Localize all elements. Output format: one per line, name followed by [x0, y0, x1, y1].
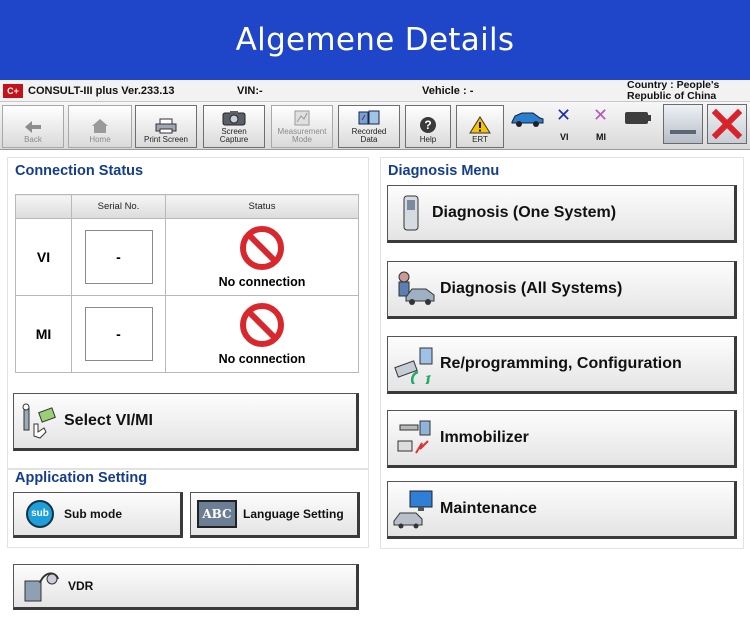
maintenance-label: Maintenance [440, 500, 537, 517]
maintenance-car-icon [393, 490, 433, 529]
minimize-icon [670, 130, 696, 134]
language-abc-icon: ABC [197, 500, 237, 528]
language-setting-button[interactable]: ABC Language Setting [190, 492, 360, 538]
battery-icon [625, 112, 651, 124]
connection-status-title: Connection Status [15, 163, 144, 179]
country-label: Country : People's Republic of China [627, 79, 720, 102]
recorded-data-label-2: Data [360, 135, 378, 144]
help-button[interactable]: ? Help [405, 105, 451, 148]
svg-text:?: ? [424, 118, 431, 132]
back-arrow-icon [25, 121, 41, 133]
app-title-bar: C+ CONSULT-III plus Ver.233.13 VIN:- Veh… [0, 80, 750, 102]
diagnosis-one-system-label: Diagnosis (One System) [432, 204, 617, 221]
serial-cell-mi: - [71, 295, 166, 373]
ecu-module-icon [403, 195, 419, 231]
back-label: Back [24, 135, 42, 144]
close-icon [711, 108, 743, 140]
ert-button[interactable]: ERT [456, 105, 504, 148]
screen-capture-label-2: Capture [219, 135, 249, 144]
diagnosis-all-systems-label: Diagnosis (All Systems) [440, 280, 623, 297]
measurement-mode-button[interactable]: Measurement Mode [271, 105, 333, 148]
mi-indicator-label: MI [596, 132, 606, 142]
serial-value-vi: - [84, 230, 153, 284]
no-entry-icon [240, 226, 284, 270]
diagnosis-all-systems-button[interactable]: Diagnosis (All Systems) [387, 261, 737, 319]
select-device-icon [22, 403, 56, 439]
table-row-vi: VI - No connection [15, 218, 359, 296]
home-icon [92, 119, 108, 133]
help-icon: ? [420, 117, 436, 133]
status-cell-vi: No connection [165, 218, 359, 296]
row-label-mi: MI [15, 295, 72, 373]
vehicle-car-icon [511, 112, 544, 127]
reprogramming-configuration-button[interactable]: Re/programming, Configuration [387, 336, 737, 394]
vdr-label: VDR [68, 579, 94, 593]
vi-disconnected-icon: ✕ [556, 105, 572, 125]
immobilizer-label: Immobilizer [440, 429, 529, 446]
key-icon [397, 420, 431, 454]
serial-value-mi: - [84, 307, 153, 361]
vi-indicator-label: VI [560, 132, 569, 142]
page-banner: Algemene Details [0, 0, 750, 80]
toolbar: Back Home Print Screen Screen Capture Me… [0, 102, 750, 150]
warning-icon [469, 116, 491, 134]
connection-status-table: Serial No. Status VI - No connection MI … [15, 194, 359, 373]
mechanic-car-icon [398, 271, 435, 305]
no-entry-icon [240, 303, 284, 347]
diagnosis-menu-title: Diagnosis Menu [388, 163, 500, 179]
vehicle-label: Vehicle : - [422, 85, 474, 97]
vin-label: VIN:- [237, 85, 263, 97]
measurement-mode-label-2: Mode [291, 135, 312, 144]
vdr-icon [24, 572, 59, 602]
ert-label: ERT [472, 135, 488, 144]
camera-icon [222, 111, 246, 126]
status-text-mi: No connection [218, 352, 306, 366]
page-title: Algemene Details [235, 22, 515, 58]
sub-mode-label: Sub mode [64, 507, 123, 521]
immobilizer-button[interactable]: Immobilizer [387, 410, 737, 468]
language-setting-label: Language Setting [243, 507, 344, 521]
select-vi-mi-button[interactable]: Select VI/MI [13, 393, 359, 451]
screen-capture-button[interactable]: Screen Capture [203, 105, 265, 148]
app-logo: C+ [3, 84, 23, 98]
sub-mode-icon: sub [26, 500, 54, 528]
recorded-data-button[interactable]: Recorded Data [338, 105, 400, 148]
vdr-button[interactable]: VDR [13, 564, 359, 610]
status-column-header: Status [165, 194, 359, 219]
table-row-mi: MI - No connection [15, 295, 359, 373]
minimize-button[interactable] [663, 104, 703, 144]
serial-cell-vi: - [71, 218, 166, 296]
print-screen-button[interactable]: Print Screen [135, 105, 197, 148]
close-button[interactable] [707, 104, 747, 144]
status-cell-mi: No connection [165, 295, 359, 373]
home-label: Home [89, 135, 111, 144]
recorded-data-icon [358, 110, 380, 125]
label-column-header [15, 194, 72, 219]
printer-icon [155, 118, 177, 134]
measurement-icon [294, 110, 310, 126]
back-button[interactable]: Back [2, 105, 64, 148]
table-header-row: Serial No. Status [15, 194, 359, 219]
home-button[interactable]: Home [68, 105, 132, 148]
help-label: Help [419, 135, 437, 144]
sub-mode-button[interactable]: sub Sub mode [13, 492, 183, 538]
maintenance-button[interactable]: Maintenance [387, 481, 737, 539]
mi-disconnected-icon: ✕ [593, 105, 609, 125]
select-vi-mi-label: Select VI/MI [64, 412, 153, 429]
reprogramming-icon [394, 347, 433, 384]
diagnosis-one-system-button[interactable]: Diagnosis (One System) [387, 185, 737, 243]
reprogramming-configuration-label: Re/programming, Configuration [440, 355, 682, 372]
application-setting-title: Application Setting [15, 470, 148, 486]
serial-column-header: Serial No. [71, 194, 166, 219]
app-version: CONSULT-III plus Ver.233.13 [28, 85, 175, 97]
status-text-vi: No connection [218, 275, 306, 289]
row-label-vi: VI [15, 218, 72, 296]
print-screen-label: Print Screen [143, 135, 189, 144]
